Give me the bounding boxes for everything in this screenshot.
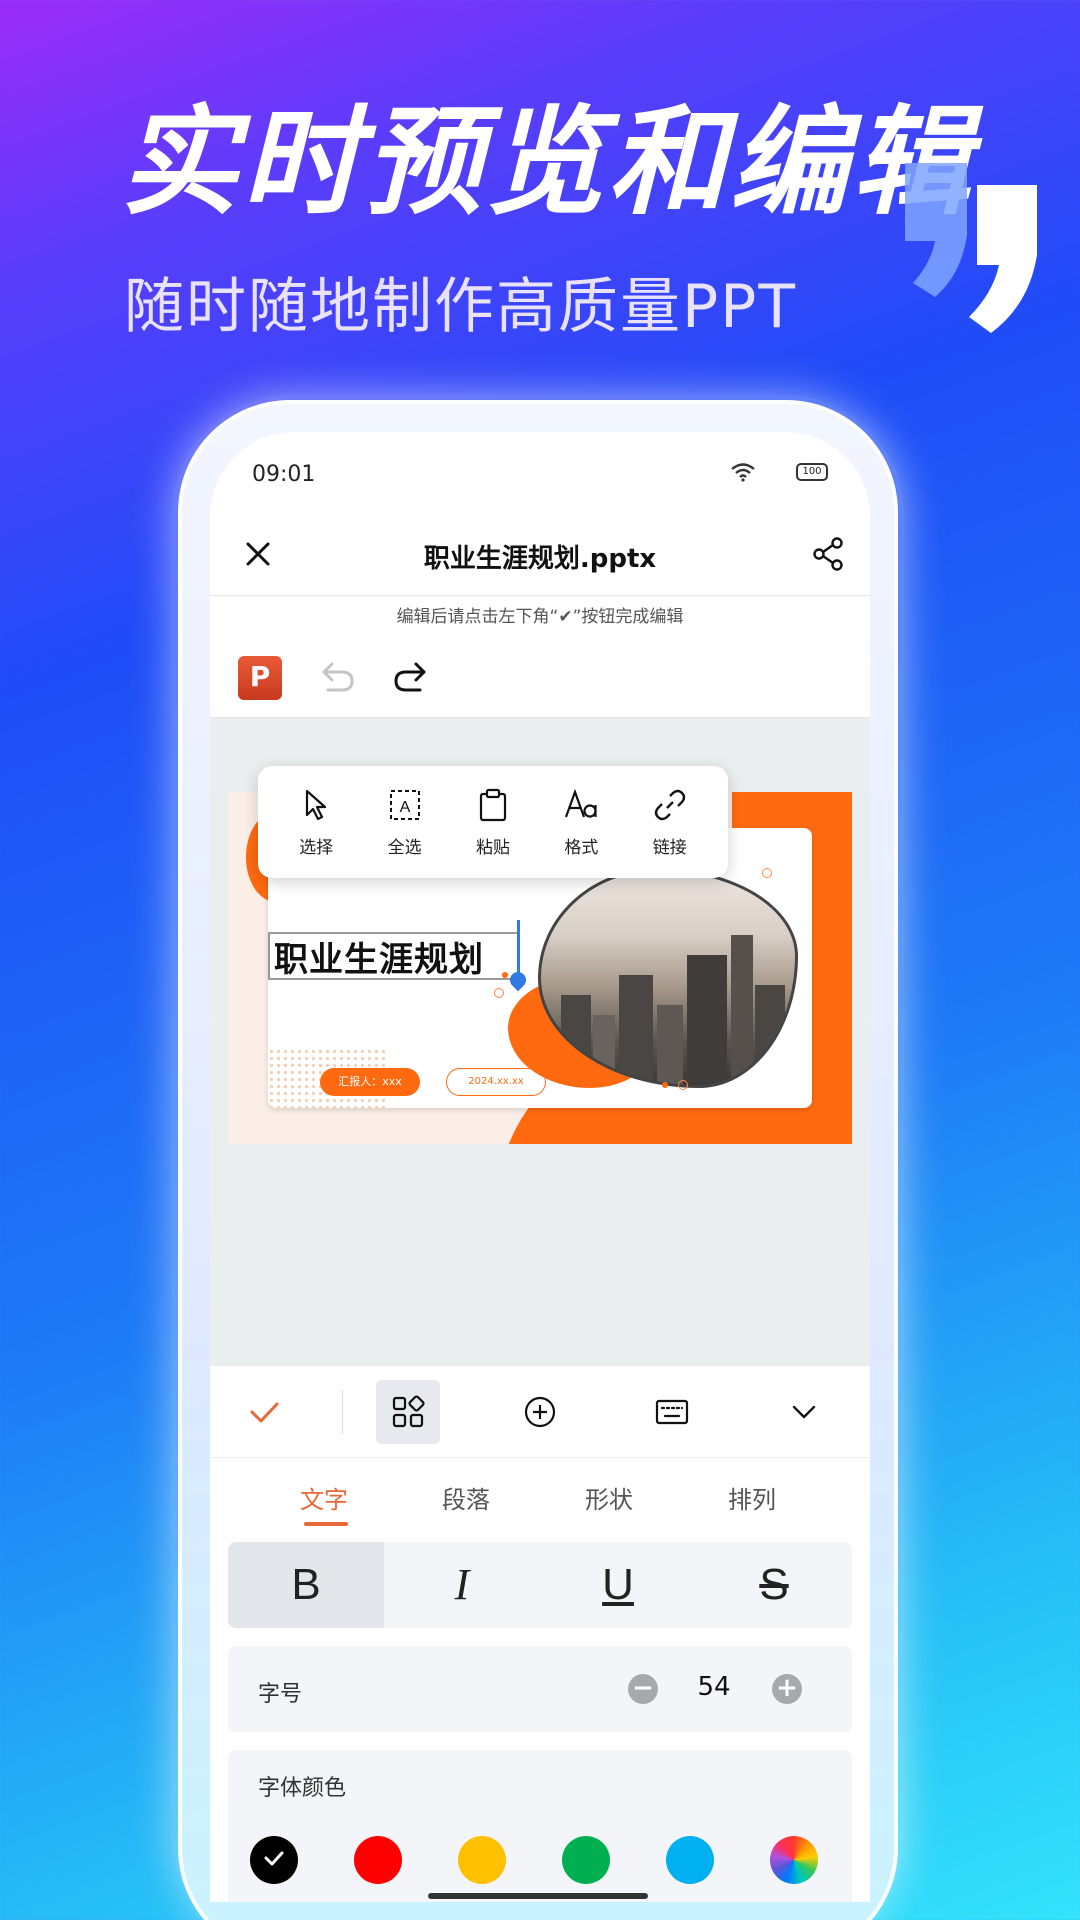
app-bar: 职业生涯规划.pptx: [210, 516, 870, 596]
font-size-label: 字号: [258, 1682, 303, 1707]
svg-text:A: A: [399, 799, 410, 816]
menu-item-link[interactable]: 链接: [630, 787, 710, 858]
text-cursor: [517, 920, 520, 978]
promo-subline: 随时随地制作高质量PPT: [124, 272, 798, 342]
edit-hint: 编辑后请点击左下角“✔”按钮完成编辑: [396, 607, 684, 627]
status-bar: 09:01 100: [210, 432, 870, 516]
color-swatch-blue[interactable]: [666, 1836, 714, 1884]
document-title: 职业生涯规划.pptx: [423, 544, 657, 574]
slide-title[interactable]: 职业生涯规划: [274, 932, 484, 981]
home-indicator: [428, 1893, 648, 1899]
edit-tools-row: [210, 1366, 870, 1458]
wifi-icon: [731, 463, 755, 482]
slide-canvas[interactable]: 汇报人：xxx 2024.xx.xx 职业生涯规划 选择 A 全选 粘贴 格式 …: [210, 718, 870, 1366]
slide-decoration: [678, 1080, 688, 1090]
context-menu: 选择 A 全选 粘贴 格式 链接: [258, 766, 728, 878]
slide-decoration: [494, 988, 504, 998]
date-pill: 2024.xx.xx: [446, 1068, 546, 1096]
redo-icon[interactable]: [390, 658, 430, 694]
share-icon[interactable]: [810, 536, 846, 572]
italic-button[interactable]: I: [384, 1542, 540, 1628]
format-tabs: 文字 段落 形状 排列: [210, 1466, 870, 1526]
status-time: 09:01: [252, 462, 316, 487]
confirm-button[interactable]: [232, 1380, 296, 1444]
format-panel: 文字 段落 形状 排列 B I U S 字号 − 54 + 字体颜色: [210, 1366, 870, 1902]
menu-item-label: 粘贴: [475, 837, 510, 858]
font-color-label: 字体颜色: [258, 1776, 347, 1801]
tab-arrange[interactable]: 排列: [728, 1480, 776, 1515]
city-image: [538, 868, 798, 1088]
font-color-panel: 字体颜色: [228, 1750, 852, 1902]
menu-item-select[interactable]: 选择: [276, 787, 356, 858]
keyboard-icon: [655, 1399, 689, 1425]
insert-button[interactable]: [508, 1380, 572, 1444]
menu-item-label: 选择: [299, 837, 334, 858]
ppt-logo-icon: P: [238, 656, 282, 700]
phone-screen: 09:01 100 职业生涯规划.pptx 编辑后请点击左下角“✔”按钮完成编辑…: [210, 432, 870, 1902]
layout-button[interactable]: [376, 1380, 440, 1444]
top-toolbar: P: [210, 630, 870, 718]
font-size-decrease-button[interactable]: −: [628, 1674, 658, 1704]
menu-item-label: 链接: [652, 837, 687, 858]
divider: [342, 1390, 343, 1434]
link-icon: [654, 789, 685, 820]
battery-icon: 100: [796, 463, 828, 481]
promo-headline: 实时预览和编辑: [120, 93, 975, 231]
collapse-button[interactable]: [772, 1380, 836, 1444]
grid-icon: [392, 1395, 425, 1428]
underline-button[interactable]: U: [540, 1542, 696, 1628]
color-swatch-black[interactable]: [250, 1836, 298, 1884]
tab-paragraph[interactable]: 段落: [442, 1480, 490, 1515]
slide-decoration: [662, 1082, 668, 1088]
check-icon: [250, 1402, 279, 1423]
menu-item-paste[interactable]: 粘贴: [453, 787, 533, 858]
color-swatch-red[interactable]: [354, 1836, 402, 1884]
plus-circle-icon: [524, 1396, 556, 1428]
quote-mark-icon: [905, 163, 1037, 333]
menu-item-label: 全选: [387, 837, 422, 858]
undo-icon[interactable]: [318, 658, 358, 694]
check-icon: [264, 1851, 284, 1866]
font-size-increase-button[interactable]: +: [772, 1674, 802, 1704]
tab-shape[interactable]: 形状: [585, 1480, 633, 1515]
font-size-value[interactable]: 54: [674, 1672, 754, 1702]
menu-item-select-all[interactable]: A 全选: [365, 787, 445, 858]
color-swatch-yellow[interactable]: [458, 1836, 506, 1884]
color-swatch-custom[interactable]: [770, 1836, 818, 1884]
menu-item-format[interactable]: 格式: [541, 787, 621, 858]
select-all-icon: A: [389, 789, 420, 820]
font-size-row: 字号 − 54 +: [228, 1646, 852, 1732]
cursor-icon: [306, 789, 327, 820]
format-icon: [565, 788, 597, 818]
menu-item-label: 格式: [564, 837, 599, 858]
clipboard-icon: [479, 788, 507, 821]
text-style-row: B I U S: [228, 1542, 852, 1628]
slide-decoration: [762, 868, 772, 878]
color-swatch-green[interactable]: [562, 1836, 610, 1884]
tab-text[interactable]: 文字: [300, 1480, 348, 1515]
strikethrough-button[interactable]: S: [696, 1542, 852, 1628]
reporter-pill: 汇报人：xxx: [320, 1068, 420, 1096]
bold-button[interactable]: B: [228, 1542, 384, 1628]
active-tab-indicator: [304, 1522, 348, 1526]
chevron-down-icon: [792, 1405, 816, 1419]
keyboard-button[interactable]: [640, 1380, 704, 1444]
